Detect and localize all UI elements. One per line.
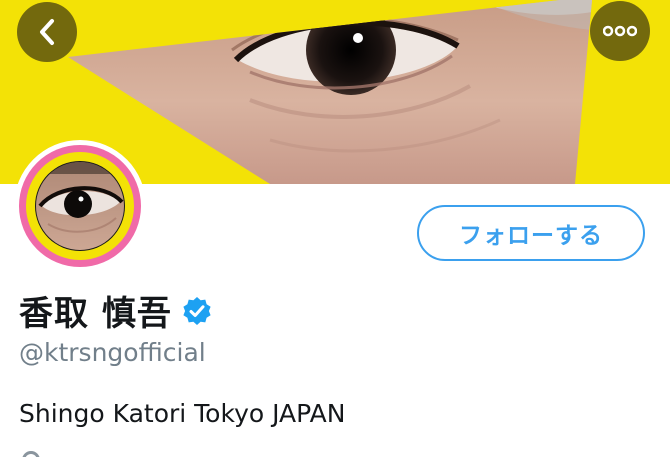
follow-button[interactable]: フォローする xyxy=(417,205,645,261)
profile-page: フォローする 香取 慎吾 @ktrsngofficial Shingo Kato… xyxy=(0,0,670,457)
more-options-button[interactable] xyxy=(590,1,650,61)
location-row xyxy=(22,448,40,457)
avatar[interactable] xyxy=(14,140,146,272)
chevron-left-icon xyxy=(40,19,54,45)
more-dots-icon xyxy=(603,25,637,37)
back-button[interactable] xyxy=(17,2,77,62)
location-pin-icon xyxy=(22,448,40,457)
profile-bio: Shingo Katori Tokyo JAPAN xyxy=(19,399,346,428)
display-name: 香取 慎吾 xyxy=(19,294,172,334)
profile-name-row: 香取 慎吾 xyxy=(19,286,212,335)
avatar-image xyxy=(19,145,141,267)
profile-handle: @ktrsngofficial xyxy=(19,338,206,367)
verified-badge-icon xyxy=(182,296,212,326)
